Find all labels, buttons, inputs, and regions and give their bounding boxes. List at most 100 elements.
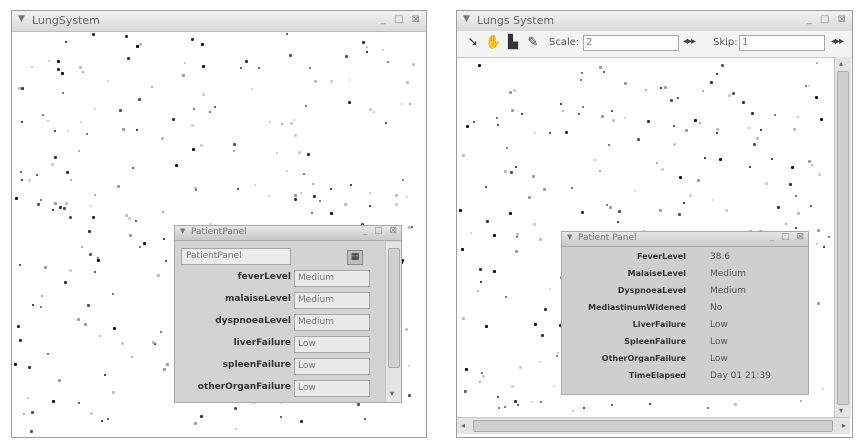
minimize-button[interactable]: _: [807, 14, 812, 25]
left-panel-titlebar[interactable]: ▼ PatientPanel _ □ ⊠: [175, 226, 401, 241]
scroll-down-arrow-icon[interactable]: ▾: [839, 406, 843, 415]
panel-close-button[interactable]: ⊠: [389, 226, 397, 236]
scroll-down-arrow-icon[interactable]: ▾: [390, 389, 394, 398]
cell-agent-dot: [94, 108, 96, 110]
field-value[interactable]: Medium: [294, 314, 370, 331]
scroll-right-arrow-icon[interactable]: ▸: [842, 421, 846, 430]
cell-agent-dot: [408, 394, 411, 397]
scale-input[interactable]: 2: [583, 35, 679, 51]
window-menu-icon[interactable]: ▼: [463, 14, 470, 24]
cell-agent-dot: [478, 64, 481, 67]
cell-agent-dot: [80, 121, 82, 123]
cell-agent-dot: [647, 120, 650, 123]
hand-pan-icon[interactable]: ✋: [485, 35, 501, 51]
minimize-button[interactable]: _: [381, 14, 386, 25]
field-label: SpleenFailure: [624, 337, 686, 346]
cell-agent-dot: [57, 60, 60, 63]
probe-wand-icon[interactable]: ✎: [525, 35, 541, 51]
maximize-button[interactable]: □: [394, 14, 403, 25]
panel-maximize-button[interactable]: □: [781, 232, 790, 242]
right-scroll-thumb[interactable]: [837, 71, 849, 405]
cell-agent-dot: [606, 204, 608, 206]
cell-agent-dot: [517, 404, 519, 406]
cell-agent-dot: [797, 116, 799, 118]
right-horizontal-scrollbar[interactable]: ◂ ▸: [457, 417, 850, 434]
panel-menu-icon[interactable]: ▼: [180, 227, 185, 235]
left-lung-window: ▼ LungSystem _ □ ⊠ ▼ PatientPanel _ □ ⊠ …: [11, 10, 427, 438]
cell-agent-dot: [532, 175, 535, 178]
right-window-titlebar[interactable]: ▼ Lungs System _ □ ⊠: [457, 11, 852, 32]
zoom-box-icon[interactable]: ▙: [505, 35, 521, 51]
skip-nav-arrows-icon[interactable]: ◂▸▸: [831, 36, 844, 47]
panel-selector-dropdown[interactable]: PatientPanel: [181, 248, 291, 265]
panel-close-button[interactable]: ⊠: [796, 232, 804, 242]
cell-agent-dot: [84, 323, 87, 326]
cell-agent-dot: [52, 400, 55, 403]
cell-agent-dot: [751, 112, 754, 115]
cell-agent-dot: [511, 109, 514, 112]
cell-agent-dot: [560, 103, 562, 105]
cell-agent-dot: [78, 402, 80, 404]
scroll-up-arrow-icon[interactable]: ▴: [839, 59, 843, 68]
field-value: Day 01 21:39: [710, 371, 771, 381]
scroll-left-arrow-icon[interactable]: ◂: [461, 421, 465, 430]
cell-agent-dot: [31, 411, 34, 414]
cell-agent-dot: [624, 82, 627, 85]
cell-agent-dot: [506, 147, 508, 149]
cell-agent-dot: [58, 379, 61, 382]
cell-agent-dot: [40, 199, 42, 201]
field-label: DyspnoeaLevel: [617, 286, 686, 295]
select-arrow-icon[interactable]: ➘: [465, 35, 481, 51]
left-patient-panel: ▼ PatientPanel _ □ ⊠ PatientPanel ▦ feve…: [174, 225, 402, 403]
cell-agent-dot: [47, 120, 49, 122]
cell-agent-dot: [504, 170, 507, 173]
cell-agent-dot: [774, 114, 776, 116]
cell-agent-dot: [617, 221, 619, 223]
cell-agent-dot: [608, 144, 610, 146]
cell-agent-dot: [673, 125, 675, 127]
cell-agent-dot: [515, 166, 517, 168]
field-value[interactable]: Medium: [294, 270, 370, 287]
cell-agent-dot: [362, 41, 365, 44]
maximize-button[interactable]: □: [820, 14, 829, 25]
panel-maximize-button[interactable]: □: [374, 226, 383, 236]
cell-agent-dot: [69, 269, 72, 272]
cell-agent-dot: [369, 192, 371, 194]
close-button[interactable]: ⊠: [412, 14, 420, 25]
field-value[interactable]: Low: [294, 380, 370, 397]
cell-agent-dot: [307, 153, 310, 156]
panel-menu-icon[interactable]: ▼: [567, 233, 572, 241]
left-window-titlebar[interactable]: ▼ LungSystem _ □ ⊠: [12, 11, 426, 32]
cell-agent-dot: [143, 242, 146, 245]
cell-agent-dot: [406, 329, 408, 331]
close-button[interactable]: ⊠: [838, 14, 846, 25]
skip-input[interactable]: 1: [739, 35, 825, 51]
scale-nav-arrows-icon[interactable]: ◂▸▸: [683, 36, 696, 47]
panel-minimize-button[interactable]: _: [770, 232, 775, 242]
field-label: TimeElapsed: [628, 371, 686, 380]
right-hscroll-thumb[interactable]: [473, 420, 833, 432]
cell-agent-dot: [132, 167, 134, 169]
panel-scroll-thumb[interactable]: [388, 248, 400, 368]
field-value[interactable]: Medium: [294, 292, 370, 309]
cell-agent-dot: [330, 212, 333, 215]
cell-agent-dot: [20, 171, 22, 173]
cell-agent-dot: [129, 234, 132, 237]
window-menu-icon[interactable]: ▼: [18, 14, 25, 24]
cell-agent-dot: [510, 171, 513, 174]
cell-agent-dot: [94, 271, 96, 273]
cell-agent-dot: [48, 60, 50, 62]
cell-agent-dot: [117, 185, 120, 188]
cell-agent-dot: [366, 46, 368, 48]
right-vertical-scrollbar[interactable]: ▴ ▾: [834, 57, 851, 417]
panel-action-button[interactable]: ▦: [347, 250, 363, 265]
panel-vertical-scrollbar[interactable]: ▾: [385, 242, 401, 402]
right-panel-titlebar[interactable]: ▼ Patient Panel _ □ ⊠: [562, 232, 808, 247]
cell-agent-dot: [704, 157, 706, 159]
field-value[interactable]: Low: [294, 358, 370, 375]
panel-minimize-button[interactable]: _: [363, 226, 368, 236]
cell-agent-dot: [777, 206, 780, 209]
cell-agent-dot: [127, 57, 130, 60]
field-value[interactable]: Low: [294, 336, 370, 353]
cell-agent-dot: [330, 80, 333, 83]
